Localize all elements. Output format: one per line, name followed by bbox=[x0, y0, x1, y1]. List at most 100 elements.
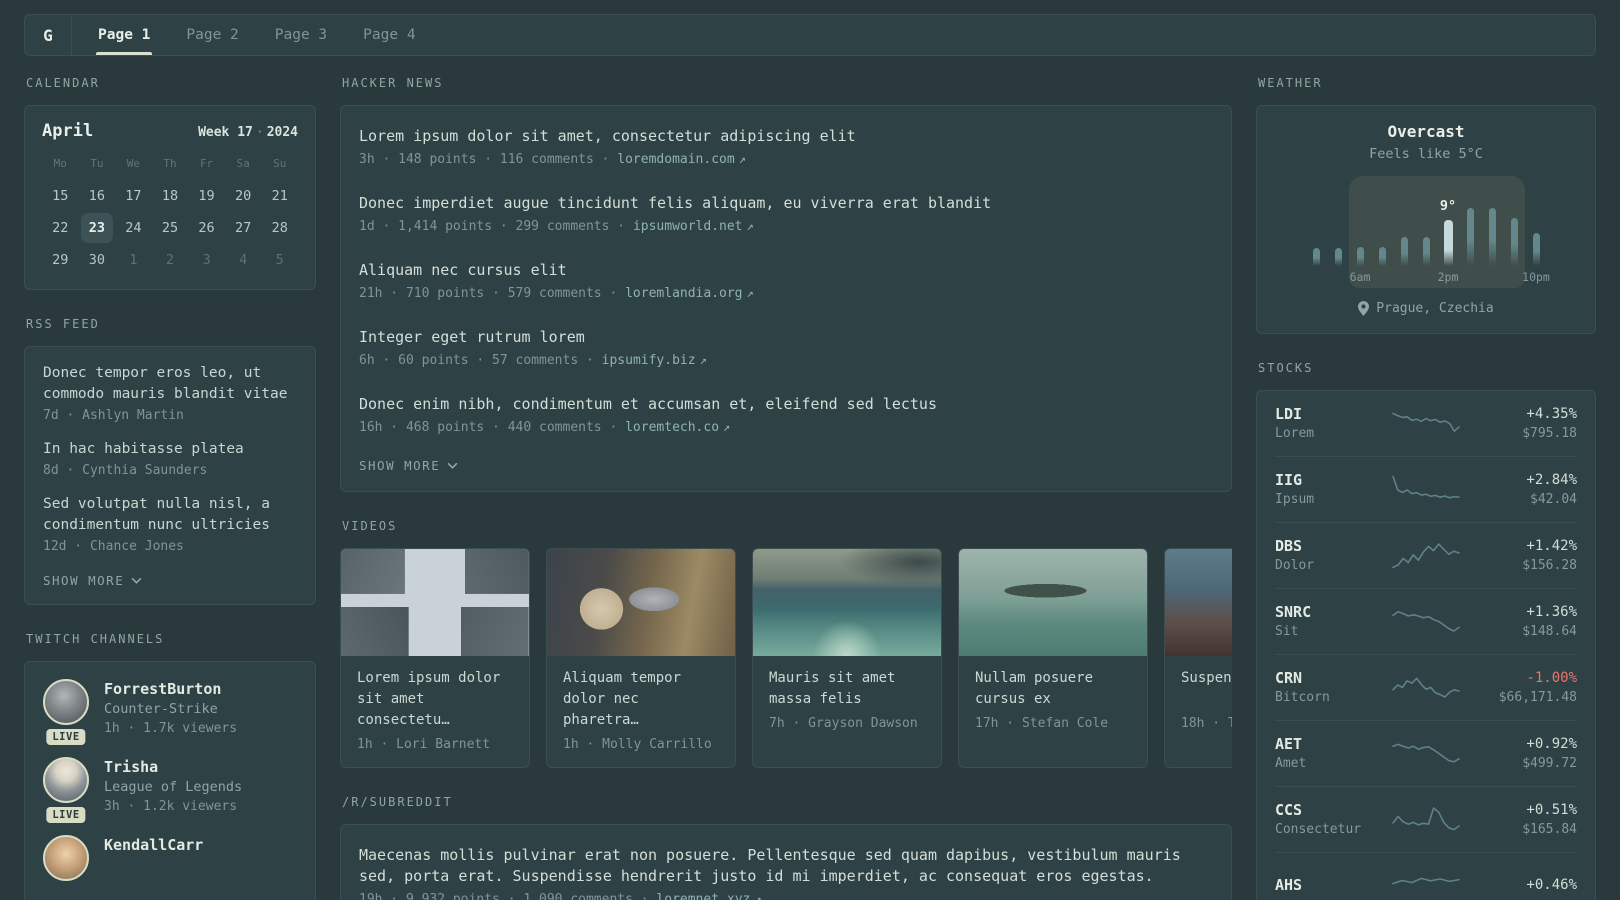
rss-item-title[interactable]: Donec tempor eros leo, ut commodo mauris… bbox=[43, 363, 297, 405]
app-logo[interactable]: G bbox=[25, 15, 72, 55]
stocks-card: LDI Lorem +4.35% $795.18 IIG Ipsum +2.84… bbox=[1256, 390, 1596, 900]
news-item-title[interactable]: Donec enim nibh, condimentum et accumsan… bbox=[359, 394, 1213, 415]
stock-values: +1.36% $148.64 bbox=[1481, 602, 1577, 641]
page-tab[interactable]: Page 4 bbox=[345, 15, 433, 55]
stock-row[interactable]: LDI Lorem +4.35% $795.18 bbox=[1275, 391, 1577, 456]
twitch-channel-row[interactable]: LIVE Trisha League of Legends 3h · 1.2k … bbox=[43, 757, 297, 823]
video-title: Suspendisse diam bbox=[1181, 670, 1232, 686]
subreddit-post-title[interactable]: Maecenas mollis pulvinar erat non posuer… bbox=[359, 845, 1213, 887]
twitch-channel-row[interactable]: KendallCarr bbox=[43, 835, 297, 881]
calendar-widget: CALENDAR April Week 17 · 2024 Mo Tu We Th Fr Sa… bbox=[24, 76, 316, 290]
calendar-day: 24 bbox=[125, 220, 142, 236]
stock-symbol: AET bbox=[1275, 735, 1303, 753]
weather-bar bbox=[1393, 176, 1415, 288]
page-tab-label: Page 3 bbox=[274, 27, 328, 43]
video-card[interactable]: Suspendisse diam 18h · Tara bbox=[1164, 548, 1232, 768]
weather-bar-fill bbox=[1510, 218, 1518, 266]
twitch-widget: TWITCH CHANNELS LIVE ForrestBurton Count… bbox=[24, 632, 316, 900]
weather-condition: Overcast bbox=[1387, 122, 1465, 141]
rss-item: Sed volutpat nulla nisl, a condimentum n… bbox=[43, 494, 297, 554]
twitch-card: LIVE ForrestBurton Counter-Strike 1h · 1… bbox=[24, 661, 316, 900]
weather-bar-fill bbox=[1422, 237, 1430, 266]
right-column: WEATHER Overcast Feels like 5°C 6am 9° 2… bbox=[1256, 76, 1596, 900]
stock-sparkline bbox=[1392, 610, 1460, 632]
page-tab[interactable]: Page 2 bbox=[168, 15, 256, 55]
news-item-title[interactable]: Aliquam nec cursus elit bbox=[359, 260, 1213, 281]
video-thumbnail bbox=[1165, 549, 1232, 656]
stock-name: Bitcorn bbox=[1275, 690, 1330, 705]
news-item-domain-link[interactable]: ipsumify.biz ↗ bbox=[602, 353, 707, 368]
video-thumbnail bbox=[959, 549, 1147, 656]
calendar-day: 26 bbox=[198, 220, 215, 236]
dashboard-columns: CALENDAR April Week 17 · 2024 Mo Tu We Th Fr Sa… bbox=[24, 76, 1596, 900]
video-card[interactable]: Lorem ipsum dolor sit amet consectetu… 1… bbox=[340, 548, 530, 768]
news-item-title[interactable]: Lorem ipsum dolor sit amet, consectetur … bbox=[359, 126, 1213, 147]
twitch-channel-row[interactable]: LIVE ForrestBurton Counter-Strike 1h · 1… bbox=[43, 679, 297, 745]
calendar-month: April bbox=[42, 121, 94, 141]
twitch-channel-name: KendallCarr bbox=[104, 836, 204, 854]
weather-bar: 9° 2pm bbox=[1437, 176, 1459, 288]
twitch-avatar-wrap: LIVE bbox=[43, 757, 89, 823]
page-tab[interactable]: Page 1 bbox=[80, 15, 168, 55]
calendar-day: 2 bbox=[165, 252, 175, 268]
weather-time-label: 10pm bbox=[1522, 270, 1550, 284]
calendar-grid: 15 16 17 18 19 20 21 22 23 24 25 26 27 2… bbox=[42, 180, 298, 276]
show-more-button[interactable]: SHOW MORE bbox=[359, 448, 458, 483]
calendar-day: 19 bbox=[198, 188, 215, 204]
show-more-button[interactable]: SHOW MORE bbox=[43, 570, 142, 590]
stocks-widget: STOCKS LDI Lorem +4.35% $795.18 IIG Ipsu… bbox=[1256, 361, 1596, 900]
calendar-day: 15 bbox=[52, 188, 69, 204]
video-card[interactable]: Nullam posuere cursus ex 17h · Stefan Co… bbox=[958, 548, 1148, 768]
stock-name: Ipsum bbox=[1275, 492, 1315, 507]
video-meta: 18h · Tara bbox=[1181, 716, 1232, 731]
calendar-day: 18 bbox=[161, 188, 179, 204]
news-item-domain-link[interactable]: ipsumworld.net ↗ bbox=[633, 219, 754, 234]
page-tab[interactable]: Page 3 bbox=[257, 15, 345, 55]
rss-item-title[interactable]: Sed volutpat nulla nisl, a condimentum n… bbox=[43, 494, 297, 536]
rss-item: In hac habitasse platea 8d · Cynthia Sau… bbox=[43, 439, 297, 478]
stock-values: -1.00% $66,171.48 bbox=[1481, 668, 1577, 707]
stock-price: $165.84 bbox=[1522, 822, 1577, 837]
video-card[interactable]: Mauris sit amet massa felis 7h · Grayson… bbox=[752, 548, 942, 768]
stock-row[interactable]: CRN Bitcorn -1.00% $66,171.48 bbox=[1275, 654, 1577, 720]
news-item-meta: 1d · 1,414 points · 299 comments · ipsum… bbox=[359, 219, 754, 234]
stock-change: +0.46% bbox=[1526, 877, 1577, 893]
news-item-domain-link[interactable]: loremdomain.com ↗ bbox=[617, 152, 746, 167]
rss-card: Donec tempor eros leo, ut commodo mauris… bbox=[24, 346, 316, 605]
stock-identity: AET Amet bbox=[1275, 734, 1371, 773]
stock-row[interactable]: CCS Consectetur +0.51% $165.84 bbox=[1275, 786, 1577, 852]
avatar bbox=[43, 835, 89, 881]
hackernews-heading: HACKER NEWS bbox=[342, 76, 444, 90]
stock-row[interactable]: IIG Ipsum +2.84% $42.04 bbox=[1275, 456, 1577, 522]
news-item-title[interactable]: Integer eget rutrum lorem bbox=[359, 327, 1213, 348]
news-item-domain-link[interactable]: loremtech.co ↗ bbox=[625, 420, 730, 435]
video-card[interactable]: Aliquam tempor dolor nec pharetra… 1h · … bbox=[546, 548, 736, 768]
stock-identity: IIG Ipsum bbox=[1275, 470, 1371, 509]
calendar-day: 1 bbox=[129, 252, 138, 268]
video-thumbnail bbox=[547, 549, 735, 656]
stock-row[interactable]: AHS +0.46% bbox=[1275, 852, 1577, 900]
stock-symbol: SNRC bbox=[1275, 603, 1312, 621]
rss-item-meta: 8d · Cynthia Saunders bbox=[43, 463, 208, 478]
subreddit-card: Maecenas mollis pulvinar erat non posuer… bbox=[340, 824, 1232, 900]
subreddit-post-domain-link[interactable]: loremnet.xyz ↗ bbox=[656, 892, 761, 900]
subreddit-post-meta: 19h · 9,932 points · 1,090 comments · lo… bbox=[359, 892, 1213, 900]
calendar-day: 5 bbox=[275, 252, 284, 268]
news-item-meta: 6h · 60 points · 57 comments · ipsumify.… bbox=[359, 353, 707, 368]
video-title: Aliquam tempor dolor nec pharetra… bbox=[563, 670, 682, 728]
stock-row[interactable]: AET Amet +0.92% $499.72 bbox=[1275, 720, 1577, 786]
subreddit-heading: /R/SUBREDDIT bbox=[342, 795, 453, 809]
videos-widget: VIDEOS Lorem ipsum dolor sit amet consec… bbox=[340, 519, 1232, 768]
rss-item-title[interactable]: In hac habitasse platea bbox=[43, 439, 297, 460]
calendar-day: 30 bbox=[88, 252, 105, 268]
day-of-week-label: Sa bbox=[236, 157, 250, 170]
location-pin-icon bbox=[1358, 301, 1370, 316]
videos-carousel[interactable]: Lorem ipsum dolor sit amet consectetu… 1… bbox=[340, 548, 1232, 768]
twitch-heading: TWITCH CHANNELS bbox=[26, 632, 165, 646]
stock-row[interactable]: SNRC Sit +1.36% $148.64 bbox=[1275, 588, 1577, 654]
news-item-title[interactable]: Donec imperdiet augue tincidunt felis al… bbox=[359, 193, 1213, 214]
news-item-domain-link[interactable]: loremlandia.org ↗ bbox=[625, 286, 754, 301]
calendar-day: 20 bbox=[235, 188, 252, 204]
stock-row[interactable]: DBS Dolor +1.42% $156.28 bbox=[1275, 522, 1577, 588]
stock-symbol: IIG bbox=[1275, 471, 1303, 489]
